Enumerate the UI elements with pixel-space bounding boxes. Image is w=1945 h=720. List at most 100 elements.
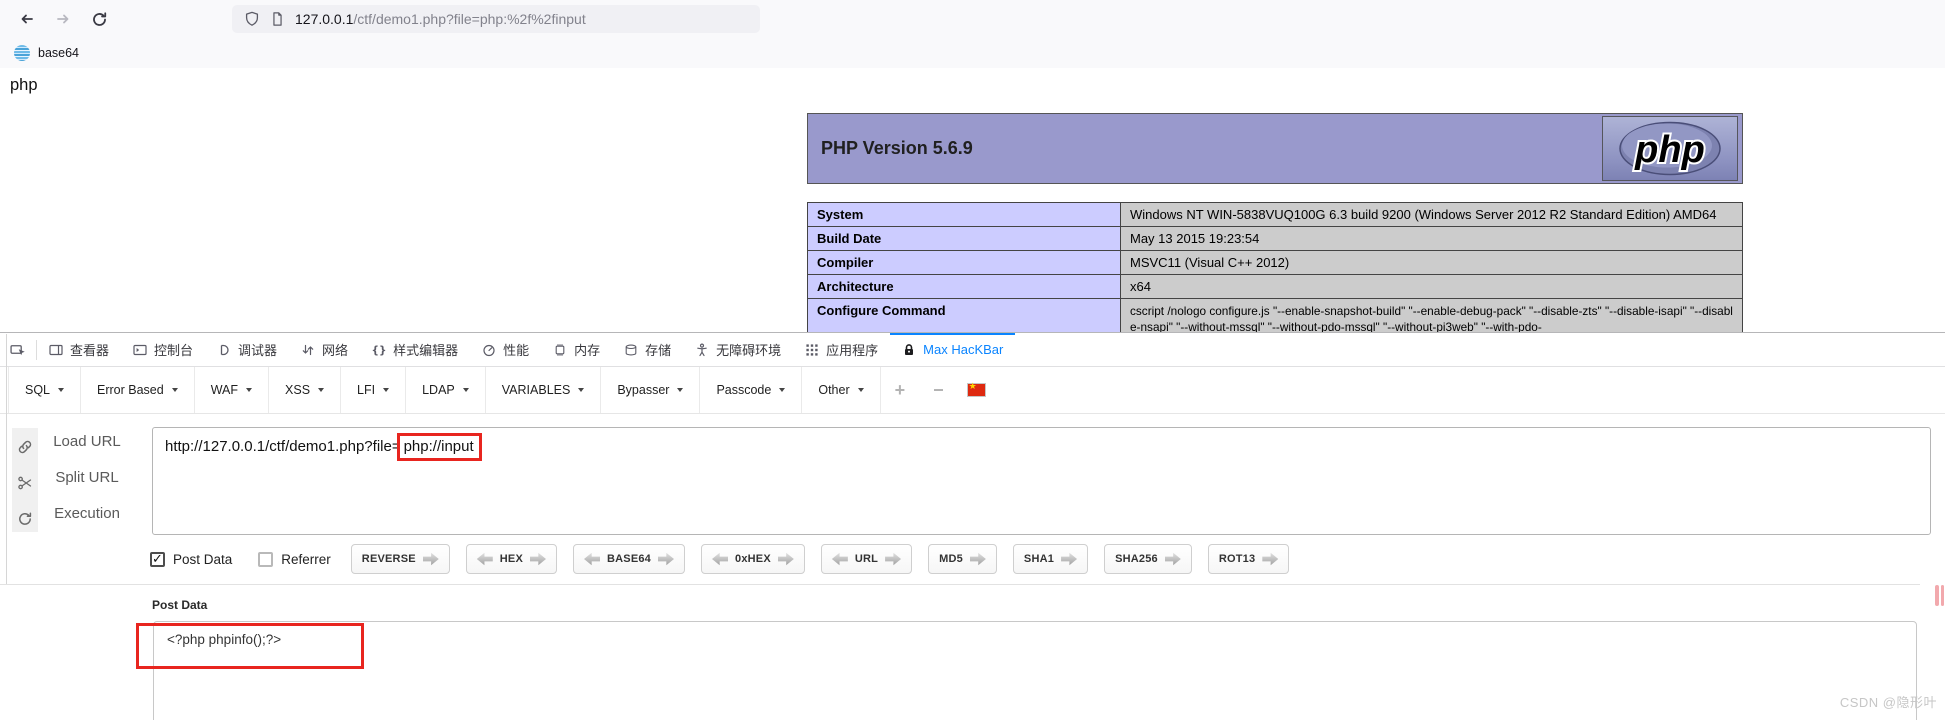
- tab-style-editor[interactable]: {} 样式编辑器: [360, 333, 470, 366]
- row-label: System: [808, 203, 1121, 227]
- tab-performance[interactable]: 性能: [470, 333, 541, 366]
- split-url-button[interactable]: Split URL: [46, 469, 128, 486]
- encoder-label: MD5: [939, 553, 963, 565]
- encoder-button-base64[interactable]: BASE64: [573, 544, 685, 574]
- encoder-button-sha1[interactable]: SHA1: [1013, 544, 1088, 574]
- bookmarks-bar: base64: [0, 38, 1945, 67]
- hackbar-body: Load URL Split URL Execution http://127.…: [0, 414, 1945, 720]
- tab-debugger[interactable]: 调试器: [205, 333, 289, 366]
- post-data-section-label: Post Data: [152, 598, 207, 612]
- reload-button[interactable]: [88, 8, 110, 30]
- remove-tab-button[interactable]: −: [919, 367, 958, 413]
- encoder-button-reverse[interactable]: REVERSE: [351, 544, 450, 574]
- caret-down-icon: [677, 388, 683, 392]
- pick-element-icon: [10, 342, 26, 357]
- table-row: Build Date May 13 2015 19:23:54: [808, 227, 1743, 251]
- forward-button[interactable]: [52, 8, 74, 30]
- encoder-button-md5[interactable]: MD5: [928, 544, 997, 574]
- page-info-icon[interactable]: [270, 11, 285, 27]
- menu-waf[interactable]: WAF: [195, 367, 269, 413]
- svg-text:{}: {}: [372, 344, 386, 356]
- tab-label: 内存: [574, 340, 600, 359]
- encoder-button-url[interactable]: URL: [821, 544, 912, 574]
- page-text-php: php: [10, 76, 38, 95]
- add-tab-button[interactable]: +: [881, 367, 920, 413]
- page-content: php PHP Version 5.6.9 php System Windows…: [0, 68, 1945, 332]
- performance-icon: [482, 343, 496, 357]
- url-path: /ctf/demo1.php?file=php:%2f%2finput: [353, 11, 585, 27]
- encode-arrow-icon: [778, 553, 794, 566]
- flag-button[interactable]: ★: [958, 367, 995, 413]
- phpinfo-block: PHP Version 5.6.9 php System Windows NT …: [807, 113, 1743, 332]
- china-flag-icon: ★: [968, 384, 985, 396]
- decode-arrow-icon: [832, 553, 848, 566]
- phpinfo-title: PHP Version 5.6.9: [821, 138, 973, 159]
- hackbar-url-textarea[interactable]: http://127.0.0.1/ctf/demo1.php?file=php:…: [152, 427, 1931, 535]
- tab-network[interactable]: 网络: [289, 333, 360, 366]
- shield-icon: [244, 11, 260, 27]
- tab-application[interactable]: 应用程序: [793, 333, 890, 366]
- encode-arrow-icon: [1165, 553, 1181, 566]
- encoder-button-hex[interactable]: HEX: [466, 544, 557, 574]
- encoder-button-sha256[interactable]: SHA256: [1104, 544, 1192, 574]
- menu-xss[interactable]: XSS: [269, 367, 341, 413]
- tab-inspector[interactable]: 查看器: [37, 333, 121, 366]
- section-divider: [0, 584, 1920, 585]
- menu-error-based[interactable]: Error Based: [81, 367, 195, 413]
- tab-label: 应用程序: [826, 340, 878, 359]
- row-label: Compiler: [808, 251, 1121, 275]
- encoder-button-0xhex[interactable]: 0xHEX: [701, 544, 805, 574]
- table-row: Architecture x64: [808, 275, 1743, 299]
- clipped-pink-icon: [1935, 585, 1945, 606]
- url-bar[interactable]: 127.0.0.1/ctf/demo1.php?file=php:%2f%2fi…: [232, 5, 760, 33]
- php-input-highlight-box: php://input: [397, 433, 482, 461]
- execution-button[interactable]: Execution: [46, 505, 128, 522]
- menu-lfi[interactable]: LFI: [341, 367, 406, 413]
- encoder-label: URL: [855, 553, 878, 565]
- watermark-text: CSDN @隐形叶: [1840, 692, 1937, 711]
- row-value: May 13 2015 19:23:54: [1121, 227, 1743, 251]
- row-value: Windows NT WIN-5838VUQ100G 6.3 build 920…: [1121, 203, 1743, 227]
- post-data-checkbox[interactable]: ✓: [150, 552, 165, 567]
- caret-down-icon: [858, 388, 864, 392]
- tab-max-hackbar[interactable]: Max HacKBar: [890, 333, 1015, 366]
- tab-label: 控制台: [154, 340, 193, 359]
- row-value: cscript /nologo configure.js "--enable-s…: [1121, 299, 1743, 333]
- row-value: x64: [1121, 275, 1743, 299]
- encode-arrow-icon: [970, 553, 986, 566]
- hackbar-menu-bar: SQL Error Based WAF XSS LFI LDAP VARIABL…: [0, 367, 1945, 414]
- network-icon: [301, 343, 315, 357]
- menu-variables[interactable]: VARIABLES: [486, 367, 602, 413]
- load-url-button[interactable]: Load URL: [46, 433, 128, 450]
- back-button[interactable]: [16, 8, 38, 30]
- tab-console[interactable]: 控制台: [121, 333, 205, 366]
- caret-down-icon: [172, 388, 178, 392]
- post-data-textarea[interactable]: <?php phpinfo();?>: [153, 621, 1917, 720]
- encoder-button-rot13[interactable]: ROT13: [1208, 544, 1289, 574]
- accessibility-icon: [695, 343, 709, 357]
- menu-bypasser[interactable]: Bypasser: [601, 367, 700, 413]
- menu-other[interactable]: Other: [802, 367, 880, 413]
- menu-label: LDAP: [422, 383, 455, 397]
- post-data-checkbox-label[interactable]: Post Data: [173, 552, 232, 567]
- encode-arrow-icon: [530, 553, 546, 566]
- referrer-checkbox-label[interactable]: Referrer: [281, 552, 331, 567]
- tab-memory[interactable]: 内存: [541, 333, 612, 366]
- decode-arrow-icon: [477, 553, 493, 566]
- menu-sql[interactable]: SQL: [8, 367, 81, 413]
- tab-accessibility[interactable]: 无障碍环境: [683, 333, 793, 366]
- tab-storage[interactable]: 存储: [612, 333, 683, 366]
- menu-label: Error Based: [97, 383, 164, 397]
- referrer-checkbox[interactable]: [258, 552, 273, 567]
- console-icon: [133, 343, 147, 357]
- menu-ldap[interactable]: LDAP: [406, 367, 486, 413]
- browser-toolbar: 127.0.0.1/ctf/demo1.php?file=php:%2f%2fi…: [0, 0, 1945, 69]
- encoder-label: SHA1: [1024, 553, 1054, 565]
- caret-down-icon: [463, 388, 469, 392]
- tab-label: 网络: [322, 340, 348, 359]
- link-icon: [17, 439, 33, 455]
- encode-arrow-icon: [658, 553, 674, 566]
- bookmark-base64[interactable]: base64: [38, 46, 79, 60]
- menu-passcode[interactable]: Passcode: [700, 367, 802, 413]
- encoder-label: 0xHEX: [735, 553, 771, 565]
